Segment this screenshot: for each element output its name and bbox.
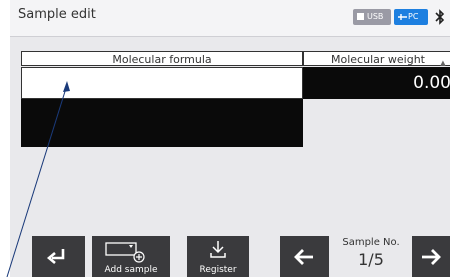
molecular-weight-value: 0.00 bbox=[303, 67, 450, 99]
register-button[interactable]: Register bbox=[187, 236, 249, 277]
download-icon bbox=[210, 241, 226, 258]
usb-icon bbox=[357, 13, 364, 20]
pc-connection-icon bbox=[398, 14, 407, 20]
back-button[interactable] bbox=[32, 236, 85, 277]
window-title: Sample edit bbox=[18, 7, 96, 22]
add-sample-label: Add sample bbox=[104, 265, 158, 275]
add-sample-button[interactable]: Add sample bbox=[92, 236, 170, 277]
column-header-molecular-formula: Molecular formula bbox=[21, 51, 303, 66]
bluetooth-icon bbox=[435, 9, 445, 25]
arrow-left-icon bbox=[294, 249, 313, 265]
register-label: Register bbox=[199, 265, 237, 275]
molecular-formula-input[interactable] bbox=[21, 67, 303, 99]
usb-status-badge: USB bbox=[353, 9, 391, 25]
pc-status-badge: PC bbox=[394, 9, 428, 25]
pc-status-label: PC bbox=[408, 12, 419, 21]
sample-edit-screen: Sample edit USB PC Molecular formula Mol… bbox=[10, 0, 450, 277]
add-sample-icon bbox=[105, 242, 145, 263]
formula-list-area[interactable] bbox=[21, 99, 303, 147]
usb-status-label: USB bbox=[367, 12, 384, 21]
sample-number-value: 1/5 bbox=[358, 250, 384, 269]
next-sample-button[interactable] bbox=[412, 236, 450, 277]
column-header-molecular-weight: Molecular weight bbox=[303, 51, 450, 66]
arrow-right-icon bbox=[422, 249, 441, 265]
sample-number-label: Sample No. bbox=[342, 237, 400, 248]
previous-sample-button[interactable] bbox=[280, 236, 329, 277]
return-arrow-icon bbox=[46, 249, 65, 264]
title-bar: Sample edit USB PC bbox=[10, 0, 450, 37]
